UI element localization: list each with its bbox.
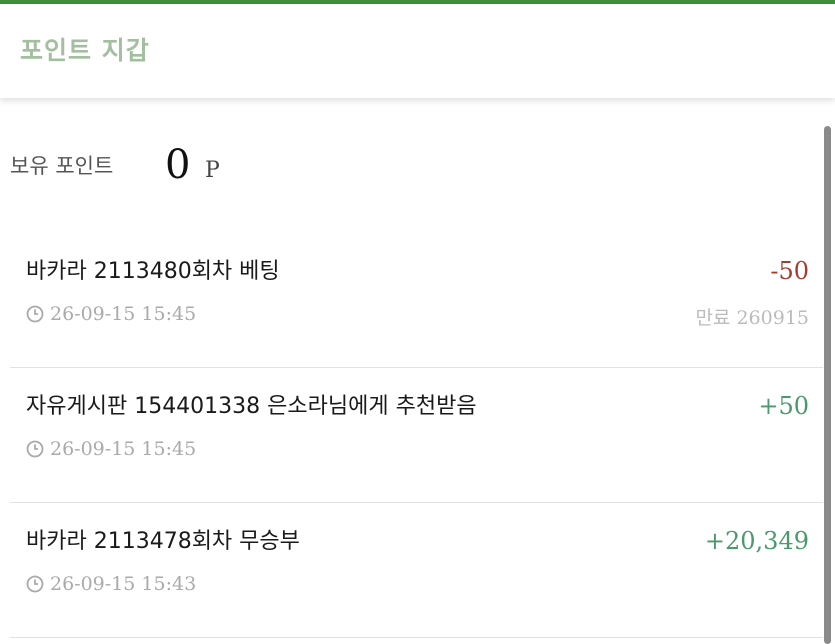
transaction-amount: +20,349	[704, 527, 809, 555]
transaction-title: 바카라 2113480회차 베팅	[26, 259, 280, 284]
transaction-item[interactable]: 바카라 2113478회차 무승부 +20,349 26-09-15 15:43	[10, 503, 823, 638]
balance-label: 보유 포인트	[10, 154, 114, 178]
transaction-item[interactable]: 바카라 2113480회차 베팅 -50 26-09-15 15:45 만료 2…	[10, 233, 823, 368]
balance-value: 0	[165, 142, 191, 188]
page-title: 포인트 지갑	[20, 36, 150, 65]
transaction-title: 바카라 2113478회차 무승부	[26, 529, 300, 554]
transaction-time: 26-09-15 15:45	[26, 303, 196, 325]
header: 포인트 지갑	[0, 4, 835, 98]
transaction-amount: -50	[770, 257, 809, 285]
expire-value: 260915	[736, 307, 809, 329]
transaction-list: 바카라 2113480회차 베팅 -50 26-09-15 15:45 만료 2…	[10, 233, 823, 638]
clock-icon	[26, 305, 44, 323]
transaction-time: 26-09-15 15:45	[26, 438, 196, 460]
transaction-time-text: 26-09-15 15:45	[50, 303, 197, 325]
expire-label: 만료	[695, 307, 731, 329]
clock-icon	[26, 575, 44, 593]
transaction-time: 26-09-15 15:43	[26, 573, 196, 595]
transaction-item[interactable]: 자유게시판 154401338 은소라님에게 추천받음 +50 26-09-15…	[10, 368, 823, 503]
scrollbar[interactable]	[824, 126, 831, 644]
transaction-title: 자유게시판 154401338 은소라님에게 추천받음	[26, 394, 477, 419]
balance-unit: P	[205, 158, 220, 183]
clock-icon	[26, 440, 44, 458]
transaction-expire: 만료 260915	[695, 303, 809, 330]
transaction-time-text: 26-09-15 15:45	[50, 438, 197, 460]
transaction-amount: +50	[758, 392, 809, 420]
transaction-time-text: 26-09-15 15:43	[50, 573, 197, 595]
